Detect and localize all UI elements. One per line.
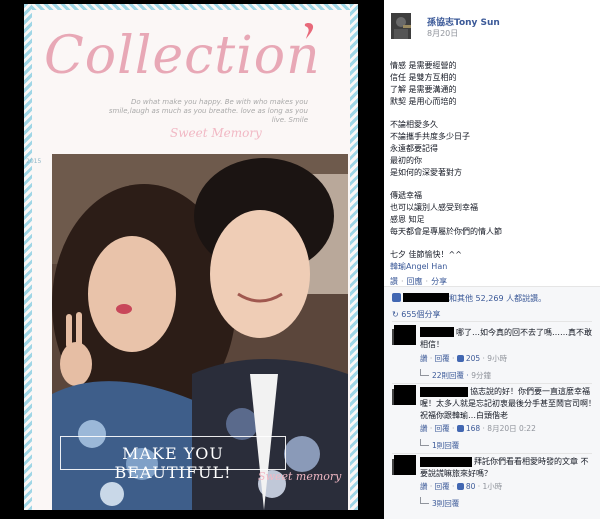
reply-time: 9分鐘 — [471, 371, 491, 380]
post-line: 默契 是用心而培的 — [390, 97, 457, 106]
post-line: 信任 是雙方互相的 — [390, 73, 457, 82]
shares-count-text: 655個分享 — [401, 310, 441, 319]
author-name-link[interactable]: 孫協志Tony Sun — [427, 15, 500, 28]
comment-reply-button[interactable]: 回覆 — [435, 424, 450, 433]
redacted-avatar — [394, 455, 416, 475]
replies-count: 1則回覆 — [432, 441, 460, 450]
reply-arrow-icon — [420, 369, 429, 376]
comment-reply-button[interactable]: 回覆 — [435, 354, 450, 363]
post-line: 是如何的深愛著對方 — [390, 168, 462, 177]
post-sidebar: 孫協志Tony Sun 8月20日 情感 是需要經營的 信任 是雙方互相的 了解… — [384, 0, 600, 519]
signature-script: Sweet memory — [258, 470, 342, 483]
comment-like-button[interactable]: 讚 — [420, 354, 428, 363]
feedback-section: 和其他 52,269 人都說讚。 ↻ 655個分享 哪了…如今真的回不去了嗎……… — [384, 286, 600, 519]
heart-icon — [304, 23, 314, 39]
post-line: 感恩 知足 — [390, 215, 425, 224]
post-line: 不論攜手共度多少日子 — [390, 132, 470, 141]
post-line: 了解 是需要溝通的 — [390, 85, 457, 94]
replies-count: 22則回覆 — [432, 371, 465, 380]
thumbs-up-icon — [392, 293, 401, 302]
replies-count: 3則回覆 — [432, 499, 460, 508]
comment-time[interactable]: 9小時 — [487, 354, 507, 363]
thumbs-up-icon — [456, 355, 464, 362]
replies-link[interactable]: 3則回覆 — [420, 497, 459, 509]
post-text: 情感 是需要經營的 信任 是雙方互相的 了解 是需要溝通的 默契 是用心而培的 … — [390, 60, 596, 273]
share-button[interactable]: 分享 — [431, 277, 447, 286]
post-timestamp[interactable]: 8月20日 — [427, 28, 458, 39]
comment-like-count[interactable]: 205 — [466, 354, 480, 363]
comment-meta: 讚 · 回覆 · 205 · 9小時 — [420, 354, 508, 363]
comment-text: 哪了…如今真的回不去了嗎……真不敢相信！ — [420, 328, 592, 349]
collection-title: Collection — [44, 26, 321, 86]
tagged-person-link[interactable]: 韓瑜Angel Han — [390, 262, 447, 271]
photo-tagline: Do what make you happy. Be with who make… — [108, 98, 308, 124]
comment-button[interactable]: 回應 — [407, 277, 423, 286]
post-line: 也可以讓別人感受到幸福 — [390, 203, 478, 212]
post-line: 傳遞幸福 — [390, 191, 422, 200]
post-line: 七夕 佳節愉快！^^ — [390, 250, 462, 259]
post-line: 永遠都要記得 — [390, 144, 438, 153]
likes-summary[interactable]: 和其他 52,269 人都說讚。 — [392, 293, 546, 304]
divider — [392, 383, 592, 384]
decorative-stripe-top — [24, 4, 358, 10]
comment-like-button[interactable]: 讚 — [420, 424, 428, 433]
redacted-name — [403, 293, 449, 302]
comment-text: 協志說的好！你們要一直這麼幸福喔！太多人就是忘記初衷最後分手甚至鬧官司啊！祝福你… — [420, 387, 596, 420]
thumbs-up-icon — [456, 483, 464, 490]
like-button[interactable]: 讚 — [390, 277, 398, 286]
frame-caption: MAKE YOU BEAUTIFUL! — [114, 444, 232, 482]
photo-card: Collection Do what make you happy. Be wi… — [24, 4, 358, 510]
reply-arrow-icon — [420, 439, 429, 446]
post-photo[interactable]: Collection Do what make you happy. Be wi… — [0, 0, 384, 519]
post-line: 最初的你 — [390, 156, 422, 165]
sweet-memory-label: Sweet Memory — [170, 126, 262, 140]
post-line: 不論相愛多久 — [390, 120, 438, 129]
likes-count-text: 和其他 52,269 人都說讚。 — [449, 294, 547, 303]
comment-meta: 讚 · 回覆 · 80 · 1小時 — [420, 482, 503, 491]
shares-summary[interactable]: ↻ 655個分享 — [392, 309, 441, 320]
comment-time[interactable]: 8月20日 0:22 — [487, 424, 536, 433]
post-line: 每天都會是專屬於你們的情人節 — [390, 227, 502, 236]
post-line: 情感 是需要經營的 — [390, 61, 457, 70]
decorative-stripe-left — [24, 4, 32, 510]
replies-link[interactable]: 22則回覆 · 9分鐘 — [420, 369, 491, 381]
author-avatar[interactable] — [391, 13, 411, 39]
comment-reply-button[interactable]: 回覆 — [435, 482, 450, 491]
comment-like-count[interactable]: 168 — [466, 424, 480, 433]
year-label: 2015 — [26, 158, 42, 165]
replies-link[interactable]: 1則回覆 — [420, 439, 459, 451]
comment-like-count[interactable]: 80 — [466, 482, 476, 491]
comment-text: 拜託你們看看相愛時發的文章 不要說謊嘛旅來好嗎？ — [420, 457, 589, 478]
comment-time[interactable]: 1小時 — [483, 482, 503, 491]
redacted-avatar — [394, 325, 416, 345]
comment-meta: 讚 · 回覆 · 168 · 8月20日 0:22 — [420, 424, 536, 433]
reply-arrow-icon — [420, 497, 429, 504]
divider — [392, 321, 592, 322]
decorative-stripe-right — [350, 4, 358, 510]
divider — [392, 453, 592, 454]
share-icon: ↻ — [392, 310, 399, 319]
thumbs-up-icon — [456, 425, 464, 432]
comment-like-button[interactable]: 讚 — [420, 482, 428, 491]
redacted-avatar — [394, 385, 416, 405]
